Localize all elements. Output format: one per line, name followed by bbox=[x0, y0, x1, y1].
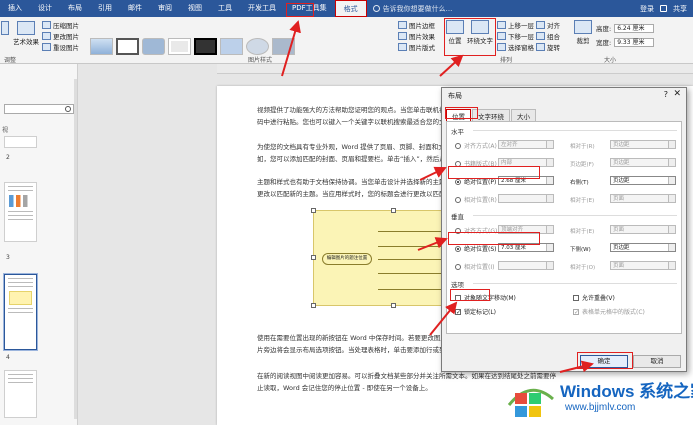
watermark-url: www.bjjmlv.com bbox=[565, 402, 636, 413]
watermark: Windows 系统之家 www.bjjmlv.com bbox=[505, 375, 693, 423]
windows-logo-icon bbox=[507, 388, 554, 417]
watermark-brand: Windows 系统之家 bbox=[560, 382, 693, 401]
annotation-arrows bbox=[281, 20, 594, 373]
